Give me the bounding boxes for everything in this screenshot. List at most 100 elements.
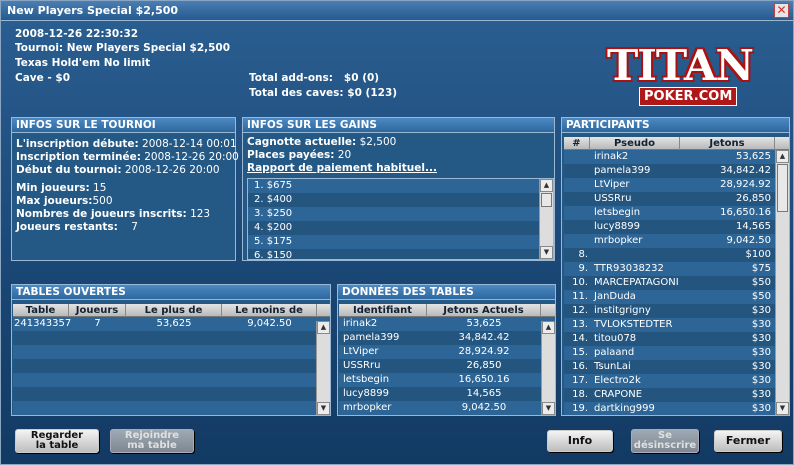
payout-scrollbar[interactable]: ▲ ▼ xyxy=(539,179,553,259)
participant-row[interactable]: 11. JanDuda $50 xyxy=(564,290,789,304)
payout-row[interactable]: 1. $675 xyxy=(248,179,553,193)
col-current-chips[interactable]: Jetons Actuels xyxy=(427,304,541,317)
participant-row-cell: 16. xyxy=(572,361,588,372)
table-data-row-cell: LtViper xyxy=(343,346,379,357)
scroll-down-icon[interactable]: ▼ xyxy=(540,246,553,259)
payout-list[interactable]: 1. $675 2. $400 3. $250 4. $200 5. $175 6. $1… xyxy=(247,178,554,260)
payout-report-link[interactable]: Rapport de paiement habituel... xyxy=(247,162,437,174)
participant-row[interactable]: USSRru 26,850 xyxy=(564,192,789,206)
participant-row[interactable]: 19. dartking999 $30 xyxy=(564,402,789,415)
col-table[interactable]: Table xyxy=(13,304,69,317)
open-table-rows: 241343357 7 53,625 9,042.50 xyxy=(13,317,330,401)
open-table-row-cell: 9,042.50 xyxy=(247,318,292,329)
participant-row[interactable]: 10. MARCEPATAGONI $50 xyxy=(564,276,789,290)
table-data-list[interactable]: Identifiant Jetons Actuels irinak2 53,625… xyxy=(339,304,555,415)
participant-row[interactable]: 15. palaand $30 xyxy=(564,346,789,360)
participant-row[interactable]: letsbegin 16,650.16 xyxy=(564,206,789,220)
table-data-row[interactable]: irinak2 53,625 xyxy=(339,317,555,331)
scroll-up-icon[interactable]: ▲ xyxy=(542,321,555,334)
participant-row[interactable]: mrbopker 9,042.50 xyxy=(564,234,789,248)
table-data-row[interactable]: lucy8899 14,565 xyxy=(339,387,555,401)
participant-row-cell: TVLOKSTEDTER xyxy=(594,319,673,330)
scroll-thumb[interactable] xyxy=(541,193,552,207)
participant-row[interactable]: 12. institgrigny $30 xyxy=(564,304,789,318)
table-data-row-cell: letsbegin xyxy=(343,374,390,385)
participant-row-cell: $50 xyxy=(751,291,771,302)
participant-row-cell: 14. xyxy=(572,333,588,344)
payout-row-cell: 1. $675 xyxy=(254,180,293,191)
open-tables-panel: TABLES OUVERTES Table Joueurs Le plus de… xyxy=(11,284,331,416)
scroll-down-icon[interactable]: ▼ xyxy=(776,402,789,415)
watch-table-button[interactable]: Regarder la table xyxy=(15,429,99,453)
participant-row[interactable]: LtViper 28,924.92 xyxy=(564,178,789,192)
scroll-thumb[interactable] xyxy=(777,164,788,212)
participant-row[interactable]: irinak2 53,625 xyxy=(564,150,789,164)
table-data-row[interactable]: pamela399 34,842.42 xyxy=(339,331,555,345)
info-button[interactable]: Info xyxy=(547,430,613,452)
title-bar[interactable]: New Players Special $2,500 ✕ xyxy=(1,1,793,21)
col-chips[interactable]: Jetons xyxy=(680,137,775,150)
table-data-row-cell: 9,042.50 xyxy=(461,402,507,413)
table-data-row[interactable]: letsbegin 16,650.16 xyxy=(339,373,555,387)
info-value: 2008-12-26 20:00 xyxy=(144,151,239,163)
col-players[interactable]: Joueurs xyxy=(69,304,126,317)
participant-row[interactable]: 14. titou078 $30 xyxy=(564,332,789,346)
payout-row[interactable]: 3. $250 xyxy=(248,207,553,221)
scroll-down-icon[interactable]: ▼ xyxy=(542,402,555,415)
participant-row[interactable]: 16. TsunLai $30 xyxy=(564,360,789,374)
table-data-scrollbar[interactable]: ▲ ▼ xyxy=(541,321,555,415)
join-label-2: ma table xyxy=(127,440,177,451)
payout-row[interactable]: 2. $400 xyxy=(248,193,553,207)
empty-row xyxy=(13,387,330,401)
pool-label: Cagnotte actuelle: xyxy=(247,136,357,148)
participants-scrollbar[interactable]: ▲ ▼ xyxy=(775,150,789,415)
col-most-chips[interactable]: Le plus de Jetons xyxy=(126,304,222,329)
payout-row[interactable]: 5. $175 xyxy=(248,235,553,249)
scroll-up-icon[interactable]: ▲ xyxy=(776,150,789,163)
table-data-row[interactable]: USSRru 26,850 xyxy=(339,359,555,373)
participant-row-cell: 9. xyxy=(578,263,588,274)
open-table-row[interactable]: 241343357 7 53,625 9,042.50 xyxy=(13,317,330,331)
participant-row[interactable]: 8. $100 xyxy=(564,248,789,262)
open-tables-scrollbar[interactable]: ▲ ▼ xyxy=(316,321,330,415)
participant-row-cell: irinak2 xyxy=(594,151,629,162)
scroll-up-icon[interactable]: ▲ xyxy=(540,179,553,192)
payout-row[interactable]: 6. $150 xyxy=(248,249,553,259)
open-tables-list[interactable]: Table Joueurs Le plus de Jetons Le moins… xyxy=(13,304,330,415)
participant-row-cell: 13. xyxy=(572,319,588,330)
participant-row[interactable]: 18. CRAPONE $30 xyxy=(564,388,789,402)
info-value: 123 xyxy=(190,208,211,220)
col-rank[interactable]: # xyxy=(564,137,590,150)
table-data-rows: irinak2 53,625 pamela399 34,842.42 LtViper 28… xyxy=(339,317,555,415)
empty-row xyxy=(13,331,330,345)
table-data-row-cell: 28,924.92 xyxy=(458,346,510,357)
col-identifier[interactable]: Identifiant xyxy=(339,304,427,317)
close-icon[interactable]: ✕ xyxy=(774,3,789,18)
participant-row[interactable]: 9. TTR93038232 $75 xyxy=(564,262,789,276)
join-my-table-button[interactable]: Rejoindre ma table xyxy=(110,429,194,453)
unregister-button[interactable]: Se désinscrire xyxy=(631,429,699,453)
table-data-row-cell: irinak2 xyxy=(343,318,378,329)
empty-row xyxy=(13,359,330,373)
participant-row-cell: palaand xyxy=(594,347,635,358)
participant-row-cell: $30 xyxy=(751,347,771,358)
scroll-down-icon[interactable]: ▼ xyxy=(317,402,330,415)
table-data-row[interactable]: LtViper 28,924.92 xyxy=(339,345,555,359)
participant-row[interactable]: lucy8899 14,565 xyxy=(564,220,789,234)
col-least-chips[interactable]: Le moins de Jetons xyxy=(222,304,317,329)
participants-list[interactable]: # Pseudo Jetons irinak2 53,625 pamela399 34… xyxy=(564,137,789,415)
payout-row[interactable]: 4. $200 xyxy=(248,221,553,235)
participant-row[interactable]: pamela399 34,842.42 xyxy=(564,164,789,178)
participant-row-cell: 26,850 xyxy=(736,193,771,204)
table-data-row[interactable]: mrbopker 9,042.50 xyxy=(339,401,555,415)
col-nick[interactable]: Pseudo xyxy=(590,137,680,150)
table-data-row-cell: 34,842.42 xyxy=(458,332,510,343)
participant-row[interactable]: 13. TVLOKSTEDTER $30 xyxy=(564,318,789,332)
table-data-row-cell: 14,565 xyxy=(466,388,502,399)
close-button[interactable]: Fermer xyxy=(714,430,782,452)
participant-row[interactable]: 17. Electro2k $30 xyxy=(564,374,789,388)
scroll-up-icon[interactable]: ▲ xyxy=(317,321,330,334)
summary-game: Texas Hold'em No limit xyxy=(15,57,151,69)
open-table-row-cell: 241343357 xyxy=(14,318,72,329)
info-label: L'inscription débute: xyxy=(16,138,139,150)
